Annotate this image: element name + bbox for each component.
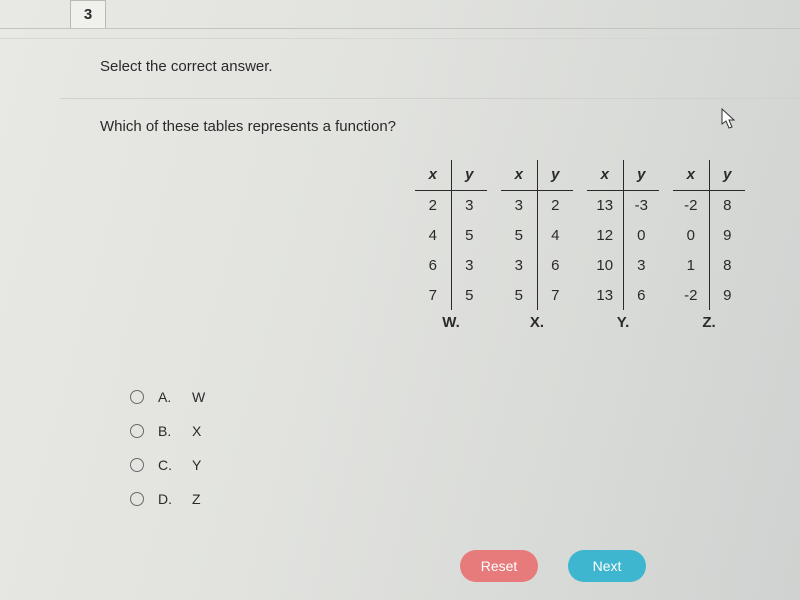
cell: 4	[537, 220, 573, 250]
cell: 5	[501, 280, 537, 310]
col-x: x	[415, 160, 451, 190]
cell: 3	[501, 190, 537, 220]
button-label: Next	[593, 558, 622, 574]
reset-button[interactable]: Reset	[460, 550, 538, 582]
radio-icon	[130, 390, 144, 404]
cell: -3	[623, 190, 659, 220]
cell: 13	[587, 190, 623, 220]
option-letter: B.	[158, 423, 178, 439]
cell: 7	[415, 280, 451, 310]
cell: 1	[673, 250, 709, 280]
table-w: xy 23 45 63 75 W.	[415, 160, 487, 331]
radio-icon	[130, 424, 144, 438]
question-tab[interactable]: 3	[70, 0, 106, 28]
col-x: x	[501, 160, 537, 190]
cell: 7	[537, 280, 573, 310]
col-x: x	[587, 160, 623, 190]
cursor-icon	[721, 108, 737, 130]
table-label: Z.	[702, 314, 715, 331]
cell: 3	[623, 250, 659, 280]
col-y: y	[451, 160, 487, 190]
table-z: xy -28 09 18 -29 Z.	[673, 160, 745, 331]
col-y: y	[623, 160, 659, 190]
option-a[interactable]: A. W	[130, 380, 212, 414]
cell: 9	[709, 280, 745, 310]
question-number: 3	[84, 6, 92, 23]
option-letter: C.	[158, 457, 178, 473]
cell: 2	[415, 190, 451, 220]
divider	[0, 28, 800, 29]
cell: 5	[451, 280, 487, 310]
option-value: W	[192, 389, 212, 405]
cell: 2	[537, 190, 573, 220]
cell: 6	[623, 280, 659, 310]
cell: 3	[451, 250, 487, 280]
table-label: Y.	[617, 314, 630, 331]
option-c[interactable]: C. Y	[130, 448, 212, 482]
table-x: xy 32 54 36 57 X.	[501, 160, 573, 331]
cell: 10	[587, 250, 623, 280]
cell: 0	[623, 220, 659, 250]
radio-icon	[130, 492, 144, 506]
instruction-text: Select the correct answer.	[100, 58, 273, 75]
option-letter: D.	[158, 491, 178, 507]
cell: 12	[587, 220, 623, 250]
cell: 8	[709, 250, 745, 280]
cell: 4	[415, 220, 451, 250]
radio-icon	[130, 458, 144, 472]
divider	[60, 98, 800, 99]
divider	[0, 38, 800, 39]
cell: 3	[501, 250, 537, 280]
cell: 9	[709, 220, 745, 250]
table-label: W.	[442, 314, 460, 331]
tables-container: xy 23 45 63 75 W. xy 32 54 36 57 X. xy 1…	[415, 160, 745, 331]
answer-options: A. W B. X C. Y D. Z	[130, 380, 212, 516]
option-b[interactable]: B. X	[130, 414, 212, 448]
cell: 6	[415, 250, 451, 280]
col-x: x	[673, 160, 709, 190]
next-button[interactable]: Next	[568, 550, 646, 582]
option-value: Y	[192, 457, 212, 473]
col-y: y	[537, 160, 573, 190]
cell: 13	[587, 280, 623, 310]
table-label: X.	[530, 314, 544, 331]
cell: 6	[537, 250, 573, 280]
option-value: X	[192, 423, 212, 439]
col-y: y	[709, 160, 745, 190]
option-letter: A.	[158, 389, 178, 405]
action-buttons: Reset Next	[460, 550, 646, 582]
cell: -2	[673, 280, 709, 310]
cell: 5	[501, 220, 537, 250]
cell: 3	[451, 190, 487, 220]
cell: 5	[451, 220, 487, 250]
cell: -2	[673, 190, 709, 220]
option-value: Z	[192, 491, 212, 507]
table-y: xy 13-3 120 103 136 Y.	[587, 160, 659, 331]
cell: 8	[709, 190, 745, 220]
option-d[interactable]: D. Z	[130, 482, 212, 516]
cell: 0	[673, 220, 709, 250]
button-label: Reset	[481, 558, 518, 574]
question-text: Which of these tables represents a funct…	[100, 118, 396, 135]
